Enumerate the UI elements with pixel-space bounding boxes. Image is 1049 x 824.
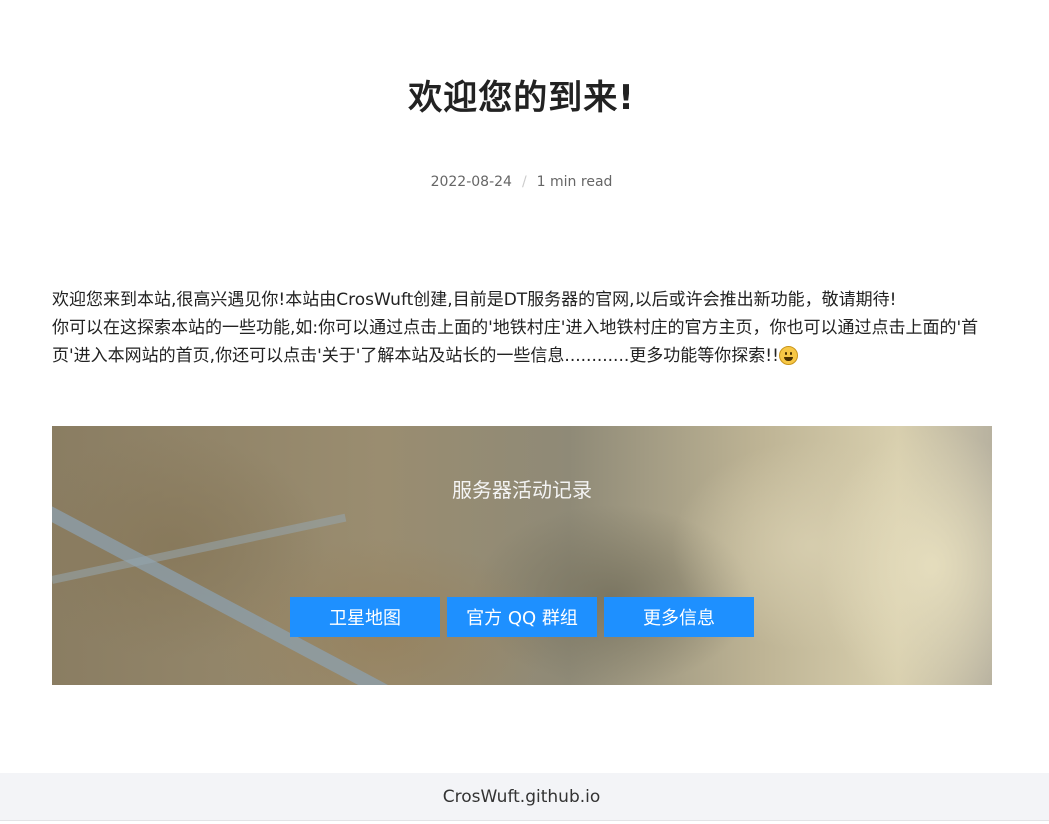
post-title: 欢迎您的到来!: [408, 78, 635, 118]
post-date: 2022-08-24: [430, 174, 512, 190]
footer-site-link[interactable]: CrosWuft.github.io: [443, 787, 601, 807]
server-activity-banner: 服务器活动记录 卫星地图 官方 QQ 群组 更多信息: [52, 426, 992, 685]
post-meta: 2022-08-24 / 1 min read: [0, 174, 1043, 190]
grinning-face-emoji-icon: [778, 346, 798, 365]
read-time: 1 min read: [536, 174, 613, 190]
page: 欢迎您的到来! 2022-08-24 / 1 min read 欢迎您来到本站,很高…: [0, 0, 1049, 824]
banner-background-decoration: [52, 486, 440, 685]
satellite-map-button[interactable]: 卫星地图: [290, 597, 440, 637]
body-paragraph-2: 你可以在这探索本站的一些功能,如:你可以通过点击上面的'地铁村庄'进入地铁村庄的…: [52, 314, 997, 370]
meta-separator: /: [521, 174, 527, 190]
footer: CrosWuft.github.io: [0, 773, 1049, 821]
official-qq-group-button[interactable]: 官方 QQ 群组: [447, 597, 597, 637]
post-body: 欢迎您来到本站,很高兴遇见你!本站由CrosWuft创建,目前是DT服务器的官网…: [52, 286, 997, 370]
banner-background-decoration-2: [52, 513, 347, 584]
banner-button-group: 卫星地图 官方 QQ 群组 更多信息: [290, 597, 754, 637]
more-info-button[interactable]: 更多信息: [604, 597, 754, 637]
body-paragraph-1: 欢迎您来到本站,很高兴遇见你!本站由CrosWuft创建,目前是DT服务器的官网…: [52, 290, 897, 310]
body-paragraph-2-text: 你可以在这探索本站的一些功能,如:你可以通过点击上面的'地铁村庄'进入地铁村庄的…: [52, 318, 979, 366]
banner-title: 服务器活动记录: [452, 478, 592, 502]
